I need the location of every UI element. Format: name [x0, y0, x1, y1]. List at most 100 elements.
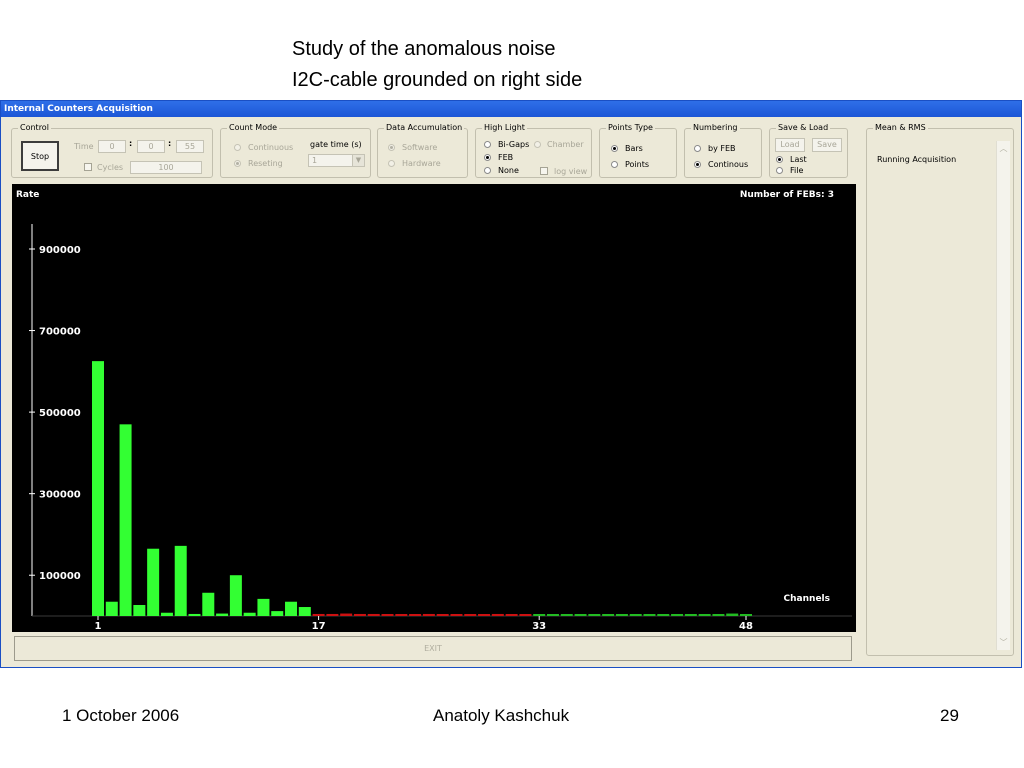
- file-label: File: [790, 166, 804, 175]
- bar-channel-38: [602, 614, 615, 616]
- none-label: None: [498, 166, 519, 175]
- bar-channel-36: [574, 614, 587, 616]
- gate-time-select[interactable]: 1 ▼: [308, 154, 365, 167]
- none-radio[interactable]: [484, 167, 491, 174]
- bar-channel-8: [188, 613, 201, 616]
- count-mode-legend: Count Mode: [227, 123, 280, 133]
- by-feb-radio[interactable]: [694, 145, 701, 152]
- bar-channel-24: [409, 614, 422, 616]
- time-minutes-input[interactable]: 0: [137, 140, 165, 153]
- bar-channel-12: [243, 612, 256, 616]
- exit-button[interactable]: EXIT: [14, 636, 852, 661]
- bar-channel-47: [726, 613, 739, 616]
- febs-count: Number of FEBs: 3: [739, 190, 834, 200]
- points-type-legend: Points Type: [606, 123, 655, 133]
- bigaps-label: Bi-Gaps: [498, 140, 530, 149]
- bar-channel-2: [105, 601, 118, 616]
- cycles-checkbox[interactable]: [84, 163, 92, 171]
- bar-channel-13: [257, 598, 270, 616]
- chamber-radio[interactable]: [534, 141, 541, 148]
- points-radio[interactable]: [611, 161, 618, 168]
- scroll-down-icon[interactable]: ﹀: [997, 637, 1010, 648]
- time-label: Time: [74, 142, 94, 151]
- time-hours-input[interactable]: 0: [98, 140, 126, 153]
- bar-channel-29: [478, 614, 491, 616]
- gate-time-label: gate time (s): [310, 140, 362, 149]
- continous-radio[interactable]: [694, 161, 701, 168]
- bar-channel-37: [588, 614, 601, 616]
- y-tick-label: 300000: [39, 490, 81, 501]
- count-mode-group: Count Mode Continuous Reseting gate time…: [220, 123, 371, 178]
- bar-channel-35: [560, 614, 573, 616]
- save-load-group: Save & Load Load Save Last File: [769, 123, 848, 178]
- points-type-group: Points Type Bars Points: [599, 123, 677, 178]
- reseting-label: Reseting: [248, 159, 283, 168]
- save-load-legend: Save & Load: [776, 123, 831, 133]
- chart-ylabel: Rate: [16, 190, 40, 200]
- bar-channel-45: [698, 614, 711, 616]
- y-tick-label: 100000: [39, 571, 81, 582]
- bar-channel-23: [395, 614, 408, 616]
- cycles-input[interactable]: 100: [130, 161, 202, 174]
- data-accumulation-group: Data Accumulation Software Hardware: [377, 123, 468, 178]
- bar-channel-6: [160, 612, 173, 616]
- software-radio[interactable]: [388, 144, 395, 151]
- footer-date: 1 October 2006: [62, 706, 180, 725]
- high-light-legend: High Light: [482, 123, 527, 133]
- mean-rms-legend: Mean & RMS: [873, 123, 928, 133]
- bar-channel-42: [657, 614, 670, 616]
- bar-channel-11: [229, 575, 242, 616]
- mean-rms-scrollbar[interactable]: ︿ ﹀: [996, 141, 1010, 650]
- bar-channel-34: [546, 614, 559, 616]
- continuous-radio[interactable]: [234, 144, 241, 151]
- bigaps-radio[interactable]: [484, 141, 491, 148]
- bar-channel-7: [174, 545, 187, 616]
- numbering-legend: Numbering: [691, 123, 740, 133]
- time-separator-1: :: [129, 139, 133, 148]
- footer-author: Anatoly Kashchuk: [433, 706, 570, 725]
- chevron-down-icon[interactable]: ▼: [352, 155, 364, 166]
- bar-channel-39: [615, 614, 628, 616]
- bar-channel-22: [381, 614, 394, 616]
- slide-title-line1: Study of the anomalous noise: [292, 38, 556, 60]
- bar-channel-44: [684, 614, 697, 616]
- time-seconds-input[interactable]: 55: [176, 140, 204, 153]
- bars-label: Bars: [625, 144, 643, 153]
- bar-channel-18: [326, 613, 339, 616]
- continuous-label: Continuous: [248, 143, 294, 152]
- log-view-label: log view: [554, 167, 588, 176]
- slide-title-line2: I2C-cable grounded on right side: [292, 69, 583, 91]
- bar-channel-30: [491, 613, 504, 616]
- bar-channel-16: [298, 607, 311, 616]
- stop-button[interactable]: Stop: [21, 141, 59, 171]
- bar-channel-3: [119, 424, 132, 616]
- software-label: Software: [402, 143, 438, 152]
- by-feb-label: by FEB: [708, 144, 736, 153]
- bar-channel-4: [133, 604, 146, 616]
- slide-title: Study of the anomalous noise I2C-cable g…: [292, 34, 582, 96]
- feb-radio[interactable]: [484, 154, 491, 161]
- bar-channel-48: [740, 614, 752, 616]
- footer-page: 29: [940, 706, 959, 725]
- last-label: Last: [790, 155, 807, 164]
- bar-channel-27: [450, 614, 463, 616]
- load-button[interactable]: Load: [775, 138, 805, 152]
- time-separator-2: :: [168, 139, 172, 148]
- file-radio[interactable]: [776, 167, 783, 174]
- last-radio[interactable]: [776, 156, 783, 163]
- scroll-up-icon[interactable]: ︿: [997, 143, 1010, 154]
- save-button[interactable]: Save: [812, 138, 842, 152]
- rate-chart: 900000 700000 500000 300000 100000 1 17 33 48 Ra…: [12, 184, 856, 632]
- log-view-checkbox[interactable]: [540, 167, 548, 175]
- control-group: Control Stop Time 0 : 0 : 55 Cycles 100: [11, 123, 213, 178]
- bar-channel-21: [367, 613, 380, 616]
- bar-channel-28: [464, 614, 477, 616]
- reseting-radio[interactable]: [234, 160, 241, 167]
- bar-channel-25: [422, 613, 435, 616]
- window-title: Internal Counters Acquisition: [1, 101, 1021, 117]
- bar-channel-17: [312, 613, 325, 616]
- bar-channel-46: [712, 614, 725, 616]
- bars-radio[interactable]: [611, 145, 618, 152]
- hardware-label: Hardware: [402, 159, 441, 168]
- hardware-radio[interactable]: [388, 160, 395, 167]
